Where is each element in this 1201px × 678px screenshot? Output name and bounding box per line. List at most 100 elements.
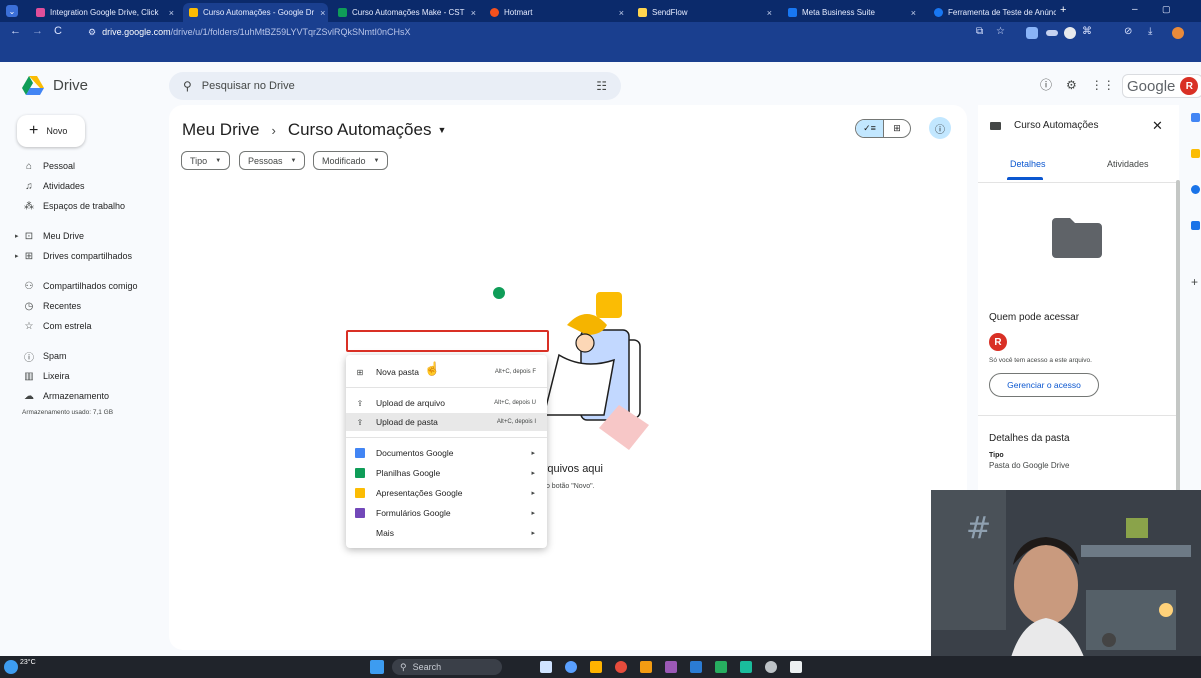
menu-item-google-docs[interactable]: Documentos Google ▸ <box>346 444 547 462</box>
help-icon[interactable]: ⓘ <box>1040 76 1052 93</box>
clock-icon: ◷ <box>24 300 34 312</box>
manage-access-button[interactable]: Gerenciar o acesso <box>989 373 1099 397</box>
menu-item-new-folder[interactable]: ⊞ Nova pasta Alt+C, depois F <box>346 363 547 381</box>
add-app-icon[interactable]: + <box>1191 275 1198 289</box>
new-tab-button[interactable]: + <box>1060 4 1066 16</box>
filter-label: Modificado <box>322 155 366 166</box>
browser-tab[interactable]: Curso Automações Make - CST × <box>332 3 482 22</box>
profile-avatar-icon[interactable] <box>1172 27 1184 39</box>
sidebar-item-spam[interactable]: ⓘ Spam <box>22 348 67 364</box>
taskbar-search-input[interactable]: Search <box>413 662 442 672</box>
tab-details[interactable]: Detalhes <box>1010 159 1046 169</box>
expand-arrow-icon[interactable]: ▸ <box>15 232 19 240</box>
restore-button[interactable]: ▢ <box>1162 4 1171 15</box>
start-menu-icon[interactable] <box>370 660 384 674</box>
install-app-icon[interactable]: ⧉ <box>976 26 988 38</box>
tab-close-icon[interactable]: × <box>163 8 174 18</box>
app-icon[interactable] <box>665 661 677 673</box>
app-icon[interactable] <box>640 661 652 673</box>
sidebar-item-starred[interactable]: ☆ Com estrela <box>22 318 92 334</box>
menu-item-folder-upload[interactable]: ⇪ Upload de pasta Alt+C, depois I <box>346 413 547 431</box>
calendar-app-icon[interactable] <box>1191 113 1200 122</box>
chrome-browser-icon[interactable] <box>615 661 627 673</box>
forward-button[interactable]: → <box>32 25 43 37</box>
tab-close-icon[interactable]: × <box>314 8 325 18</box>
tab-activities[interactable]: Atividades <box>1107 159 1149 169</box>
sidebar-item-meu-drive[interactable]: ▸ ⊡ Meu Drive <box>15 228 84 244</box>
download-icon[interactable]: ⤓ <box>1148 26 1160 38</box>
minimize-button[interactable]: – <box>1132 4 1138 15</box>
search-icon[interactable]: ⚲ <box>183 79 192 93</box>
panel-scrollbar[interactable] <box>1176 180 1180 540</box>
browser-tab[interactable]: Integration Google Drive, Click × <box>30 3 180 22</box>
notepad-app-icon[interactable] <box>715 661 727 673</box>
menu-item-more[interactable]: Mais ▸ <box>346 524 547 542</box>
menu-item-google-sheets[interactable]: Planilhas Google ▸ <box>346 464 547 482</box>
app-icon[interactable] <box>740 661 752 673</box>
search-options-icon[interactable]: ☷ <box>596 79 607 93</box>
new-button[interactable]: + Novo <box>17 115 85 147</box>
browser-tab[interactable]: Ferramenta de Teste de Anúnc × <box>928 3 1056 22</box>
expand-arrow-icon[interactable]: ▸ <box>15 252 19 260</box>
account-avatar[interactable]: R <box>1180 77 1199 95</box>
tab-search-button[interactable]: ⌄ <box>6 5 18 17</box>
edge-browser-icon[interactable] <box>565 661 577 673</box>
filter-chip-type[interactable]: Tipo ▼ <box>181 151 231 170</box>
taskbar-search[interactable]: ⚲ Search <box>392 659 502 675</box>
grid-view-icon[interactable]: ⊞ <box>882 120 910 137</box>
tab-close-icon[interactable]: × <box>761 8 772 18</box>
apps-grid-icon[interactable]: ⋮⋮ <box>1091 78 1115 92</box>
back-button[interactable]: ← <box>10 25 21 37</box>
caret-down-icon[interactable]: ▼ <box>437 125 446 135</box>
browser-tab-active[interactable]: Curso Automações - Google Dr × <box>183 3 328 22</box>
extensions-puzzle-icon[interactable]: ⌘ <box>1082 26 1094 38</box>
keep-app-icon[interactable] <box>1191 149 1200 158</box>
bookmark-star-icon[interactable]: ☆ <box>996 26 1008 38</box>
tab-close-icon[interactable]: × <box>465 8 476 18</box>
browser-tab[interactable]: SendFlow × <box>632 3 778 22</box>
extension-icon[interactable] <box>1046 30 1058 36</box>
drive-logo[interactable]: Drive <box>22 76 88 95</box>
close-icon[interactable]: ✕ <box>1152 118 1163 134</box>
url-field[interactable]: ⚙ drive.google.com/drive/u/1/folders/1uh… <box>88 23 411 41</box>
sidebar-item-storage[interactable]: ☁ Armazenamento <box>22 388 109 404</box>
site-settings-icon[interactable]: ⚙ <box>88 27 96 38</box>
sidebar-item-atividades[interactable]: ♫ Atividades <box>22 178 84 194</box>
sidebar-item-shared-with-me[interactable]: ⚇ Compartilhados comigo <box>22 278 138 294</box>
tab-close-icon[interactable]: × <box>613 8 624 18</box>
browser-tab[interactable]: Hotmart × <box>484 3 630 22</box>
list-view-icon[interactable]: ✓≡ <box>856 120 883 137</box>
weather-temperature[interactable]: 23°C <box>20 659 36 666</box>
reload-button[interactable]: C <box>54 25 62 37</box>
browser-tab[interactable]: Meta Business Suite × <box>782 3 922 22</box>
tab-close-icon[interactable]: × <box>905 8 916 18</box>
menu-item-google-slides[interactable]: Apresentações Google ▸ <box>346 484 547 502</box>
tasks-app-icon[interactable] <box>1191 185 1200 194</box>
settings-gear-icon[interactable]: ⚙ <box>1066 78 1077 92</box>
account-switcher[interactable]: Google R <box>1122 74 1201 98</box>
menu-item-google-forms[interactable]: Formulários Google ▸ <box>346 504 547 522</box>
word-app-icon[interactable] <box>690 661 702 673</box>
sidebar-item-lixeira[interactable]: ▥ Lixeira <box>22 368 69 384</box>
link-icon[interactable]: ⊘ <box>1124 26 1136 38</box>
sidebar-item-workspaces[interactable]: ⁂ Espaços de trabalho <box>22 198 125 214</box>
search-bar[interactable]: ⚲ Pesquisar no Drive ☷ <box>169 72 621 100</box>
app-icon[interactable] <box>790 661 802 673</box>
task-view-icon[interactable] <box>540 661 552 673</box>
breadcrumb-root[interactable]: Meu Drive <box>182 120 259 140</box>
weather-icon[interactable] <box>4 660 18 674</box>
file-explorer-icon[interactable] <box>590 661 602 673</box>
search-input[interactable]: Pesquisar no Drive <box>202 80 295 92</box>
sidebar-item-shared-drives[interactable]: ▸ ⊞ Drives compartilhados <box>15 248 132 264</box>
menu-item-file-upload[interactable]: ⇪ Upload de arquivo Alt+C, depois U <box>346 394 547 412</box>
sidebar-item-pessoal[interactable]: ⌂ Pessoal <box>22 158 75 174</box>
filter-chip-modified[interactable]: Modificado ▼ <box>313 151 389 170</box>
info-icon[interactable]: ⓘ <box>929 117 951 139</box>
sidebar-item-recentes[interactable]: ◷ Recentes <box>22 298 81 314</box>
contacts-app-icon[interactable] <box>1191 221 1200 230</box>
filter-chip-people[interactable]: Pessoas ▼ <box>239 151 306 170</box>
settings-app-icon[interactable] <box>765 661 777 673</box>
extension-icon[interactable] <box>1026 27 1038 39</box>
extension-icon[interactable] <box>1064 27 1076 39</box>
breadcrumb-current[interactable]: Curso Automações <box>288 120 432 140</box>
